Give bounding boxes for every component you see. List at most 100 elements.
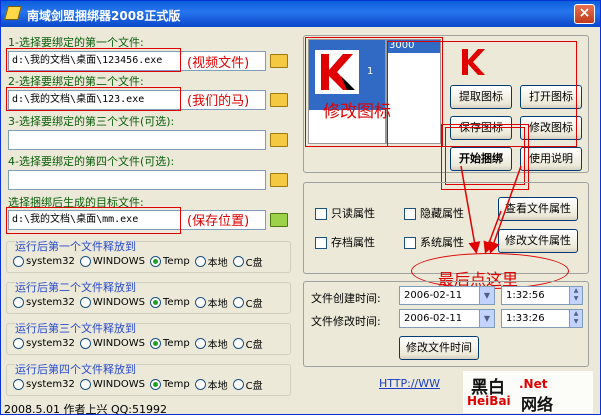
release2-radio-0[interactable]: system32 <box>13 295 75 310</box>
radio-circle-icon[interactable] <box>232 379 244 390</box>
release3-radio-0[interactable]: system32 <box>13 336 75 351</box>
radio-label: Temp <box>163 256 190 267</box>
release1-radio-2[interactable]: Temp <box>150 254 190 269</box>
radio-label: WINDOWS <box>92 379 146 390</box>
readonly-check[interactable] <box>315 208 327 220</box>
target-browse-icon[interactable] <box>270 213 288 227</box>
radio-circle-icon[interactable] <box>150 297 162 308</box>
release3-radio-2[interactable]: Temp <box>150 336 190 351</box>
release1-label: 运行后第一个文件释放到 <box>15 238 136 254</box>
created-time: 1:32:56 <box>506 290 545 301</box>
radio-circle-icon[interactable] <box>194 338 206 349</box>
radio-circle-icon[interactable] <box>232 338 244 349</box>
radio-label: WINDOWS <box>92 338 146 349</box>
file2-annotation-box <box>6 87 181 111</box>
radio-circle-icon[interactable] <box>13 297 24 308</box>
target-note: (保存位置) <box>187 214 250 229</box>
radio-circle-icon[interactable] <box>79 338 91 349</box>
file2-note: (我们的马) <box>187 94 250 109</box>
hidden-check[interactable] <box>404 208 416 220</box>
modified-date: 2006-02-11 <box>404 313 463 324</box>
archive-check[interactable] <box>315 237 327 249</box>
release2-radio-2[interactable]: Temp <box>150 295 190 310</box>
created-date-dropdown-icon[interactable]: ▼ <box>479 287 494 304</box>
close-button[interactable]: × <box>574 4 595 24</box>
radio-circle-icon[interactable] <box>194 256 206 267</box>
status-bar: 2008.5.01 作者上兴 QQ:51992 <box>4 403 167 416</box>
release1-radio-3[interactable]: 本地 <box>194 254 228 269</box>
homepage-link[interactable]: HTTP://WW <box>379 377 440 390</box>
release3-radio-1[interactable]: WINDOWS <box>79 336 146 351</box>
modified-label: 文件修改时间: <box>311 315 381 328</box>
radio-label: 本地 <box>207 340 228 351</box>
radio-label: 本地 <box>207 258 228 269</box>
radio-circle-icon[interactable] <box>13 256 24 267</box>
created-date-input[interactable]: 2006-02-11 ▼ <box>399 286 495 305</box>
readonly-checkbox[interactable]: 只读属性 <box>315 205 375 221</box>
radio-circle-icon[interactable] <box>150 256 162 267</box>
file1-browse-icon[interactable] <box>270 54 288 68</box>
release4-radio-3[interactable]: 本地 <box>194 377 228 392</box>
radio-circle-icon[interactable] <box>150 338 162 349</box>
release-group-4: 运行后第四个文件释放到 system32 WINDOWS Temp 本地 C盘 <box>6 361 291 396</box>
release2-radio-1[interactable]: WINDOWS <box>79 295 145 310</box>
modified-date-input[interactable]: 2006-02-11 ▼ <box>399 309 495 328</box>
modify-time-button[interactable]: 修改文件时间 <box>399 336 479 360</box>
radio-label: WINDOWS <box>92 256 146 267</box>
created-time-input[interactable]: 1:32:56 ▲ ▼ <box>501 286 583 305</box>
archive-checkbox[interactable]: 存档属性 <box>315 234 375 250</box>
radio-circle-icon[interactable] <box>150 379 162 390</box>
created-label: 文件创建时间: <box>311 292 381 305</box>
radio-label: system32 <box>26 338 75 349</box>
release4-radio-4[interactable]: C盘 <box>232 377 263 392</box>
main-window: 南域剑盟捆绑器2008正式版 × 1-选择要绑定的第一个文件: d:\我的文档\… <box>0 0 601 416</box>
title-bar: 南域剑盟捆绑器2008正式版 × <box>1 1 600 27</box>
target-annotation-box <box>6 207 181 234</box>
release4-radio-1[interactable]: WINDOWS <box>79 377 146 392</box>
release2-radio-3[interactable]: 本地 <box>194 295 228 310</box>
radio-label: system32 <box>26 379 75 390</box>
radio-label: system32 <box>26 297 75 308</box>
system-check[interactable] <box>404 237 416 249</box>
release3-radio-4[interactable]: C盘 <box>232 336 263 351</box>
release-group-3: 运行后第三个文件释放到 system32 WINDOWS Temp 本地 C盘 <box>6 320 291 355</box>
file4-browse-icon[interactable] <box>270 173 288 187</box>
archive-label: 存档属性 <box>331 236 375 249</box>
radio-circle-icon[interactable] <box>79 379 91 390</box>
release3-radio-3[interactable]: 本地 <box>194 336 228 351</box>
radio-circle-icon[interactable] <box>13 338 24 349</box>
created-time-spinner-icon[interactable]: ▲ ▼ <box>569 287 582 304</box>
modified-time-input[interactable]: 1:33:26 ▲ ▼ <box>501 309 583 328</box>
radio-circle-icon[interactable] <box>194 379 206 390</box>
file2-browse-icon[interactable] <box>270 93 288 107</box>
radio-label: Temp <box>163 379 190 390</box>
modified-time-spinner-icon[interactable]: ▲ ▼ <box>569 310 582 327</box>
radio-label: C盘 <box>245 340 263 351</box>
modified-date-dropdown-icon[interactable]: ▼ <box>479 310 494 327</box>
radio-label: system32 <box>26 256 75 267</box>
radio-circle-icon[interactable] <box>232 297 244 308</box>
release2-radio-4[interactable]: C盘 <box>232 295 263 310</box>
file3-browse-icon[interactable] <box>270 133 288 147</box>
radio-circle-icon[interactable] <box>79 297 91 308</box>
radio-circle-icon[interactable] <box>194 297 206 308</box>
file4-input[interactable] <box>8 170 266 190</box>
radio-circle-icon[interactable] <box>232 256 244 267</box>
app-icon <box>4 6 22 20</box>
release2-options: system32 WINDOWS Temp 本地 C盘 <box>13 295 263 310</box>
created-date: 2006-02-11 <box>404 290 463 301</box>
release3-options: system32 WINDOWS Temp 本地 C盘 <box>13 336 263 351</box>
release4-radio-2[interactable]: Temp <box>150 377 190 392</box>
release1-radio-0[interactable]: system32 <box>13 254 75 269</box>
radio-circle-icon[interactable] <box>79 256 91 267</box>
file3-input[interactable] <box>8 130 266 150</box>
release1-radio-1[interactable]: WINDOWS <box>79 254 146 269</box>
radio-circle-icon[interactable] <box>13 379 24 390</box>
file4-label: 4-选择要绑定的第四个文件(可选): <box>8 155 175 168</box>
arrow-annotations <box>460 165 522 254</box>
radio-label: Temp <box>163 338 190 349</box>
radio-label: C盘 <box>245 258 263 269</box>
release1-radio-4[interactable]: C盘 <box>232 254 263 269</box>
readonly-label: 只读属性 <box>331 207 375 220</box>
release4-radio-0[interactable]: system32 <box>13 377 75 392</box>
